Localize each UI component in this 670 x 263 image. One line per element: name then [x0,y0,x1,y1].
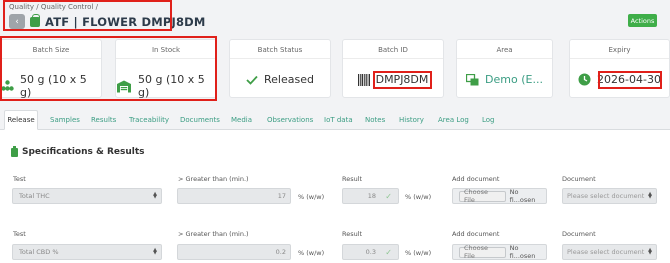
check-icon: ✓ [385,247,392,257]
card-label: Area [496,46,513,54]
document-label: Document [562,230,596,238]
tab-traceability[interactable]: Traceability [129,110,169,130]
cannabis-leaf-icon [1,80,14,92]
choose-file-button[interactable]: Choose File [459,188,506,204]
page-title-group: ATF | FLOWER DMPJ8DM [30,13,206,30]
card-label: Batch ID [378,46,408,54]
area-icon [466,73,479,86]
min-label: > Greater than (min.) [178,230,249,238]
min-label: > Greater than (min.) [178,175,249,183]
test-select[interactable]: Total CBD % ▲ ▼ [12,244,162,260]
card-label: Batch Size [32,46,70,54]
card-label: Batch Status [257,46,303,54]
tab-bar: Release Samples Results Traceability Doc… [0,110,670,130]
card-label: Expiry [608,46,631,54]
min-unit: % (w/w) [298,249,325,257]
test-label: Test [13,230,26,238]
expiry-card: Expiry 2026-04-30 [569,39,670,98]
min-value-field: 17 [177,188,291,204]
tab-history[interactable]: History [399,110,424,130]
test-select[interactable]: Total THC ▲ ▼ [12,188,162,204]
result-unit: % (w/w) [405,249,432,257]
batch-status-card: Batch Status Released [229,39,331,98]
file-status: No fi...osen [509,244,536,260]
batch-size-card: Batch Size 50 g (10 x 5 g) [0,39,102,99]
add-document-label: Add document [452,175,500,183]
batch-status-value: Released [264,73,314,86]
chevron-left-icon: ‹ [15,16,19,27]
test-label: Test [13,175,26,183]
in-stock-value: 50 g (10 x 5 g) [138,73,205,99]
result-field[interactable]: 0.3 ✓ [342,244,399,260]
result-label: Result [342,230,363,238]
tab-documents[interactable]: Documents [180,110,220,130]
warehouse-icon [116,80,132,93]
expiry-value: 2026-04-30 [597,73,661,86]
test-select-value: Total CBD % [19,248,59,256]
tab-area-log[interactable]: Area Log [438,110,469,130]
add-document-label: Add document [452,230,500,238]
section-title: Specifications & Results [11,145,145,157]
section-title-text: Specifications & Results [22,147,145,157]
file-input[interactable]: Choose File No fi...osen [452,244,547,260]
select-arrows-icon: ▲ ▼ [648,247,652,256]
file-status: No fi...osen [509,188,536,204]
document-select[interactable]: Please select document ▲ ▼ [562,188,657,204]
select-arrows-icon: ▲ ▼ [648,191,652,200]
choose-file-button[interactable]: Choose File [459,244,506,260]
area-card: Area Demo (E... [456,39,553,98]
document-label: Document [562,175,596,183]
back-button[interactable]: ‹ [9,14,25,29]
select-arrows-icon: ▲ ▼ [153,191,157,200]
tab-media[interactable]: Media [231,110,252,130]
document-select-placeholder: Please select document [567,192,645,200]
document-select-placeholder: Please select document [567,248,645,256]
check-icon: ✓ [385,191,392,201]
check-icon [246,75,258,85]
result-field[interactable]: 18 ✓ [342,188,399,204]
result-unit: % (w/w) [405,193,432,201]
select-arrows-icon: ▲ ▼ [153,247,157,256]
result-label: Result [342,175,363,183]
in-stock-card: In Stock 50 g (10 x 5 g) [115,39,217,99]
test-select-value: Total THC [19,192,50,200]
tab-samples[interactable]: Samples [50,110,80,130]
card-label: In Stock [151,46,181,54]
min-value-field: 0.2 [177,244,291,260]
actions-button[interactable]: Actions [628,14,657,27]
clock-icon [578,73,591,86]
min-unit: % (w/w) [298,193,325,201]
barcode-icon [357,73,370,86]
area-value-link[interactable]: Demo (E... [485,73,543,86]
breadcrumb[interactable]: Quality / Quality Control / [9,3,98,11]
tab-notes[interactable]: Notes [365,110,385,130]
tab-iot-data[interactable]: IoT data [324,110,353,130]
page-title: ATF | FLOWER DMPJ8DM [45,14,206,29]
file-input[interactable]: Choose File No fi...osen [452,188,547,204]
batch-id-value: DMPJ8DM [375,73,429,86]
tab-observations[interactable]: Observations [267,110,313,130]
batch-size-value: 50 g (10 x 5 g) [20,73,87,99]
tab-release[interactable]: Release [4,110,38,130]
clipboard-icon [11,145,18,157]
tab-results[interactable]: Results [91,110,116,130]
document-select[interactable]: Please select document ▲ ▼ [562,244,657,260]
result-value: 0.3 [365,248,376,256]
result-value: 18 [367,192,376,200]
shopping-bag-icon [30,13,40,27]
tab-log[interactable]: Log [482,110,495,130]
batch-id-card: Batch ID DMPJ8DM [342,39,444,98]
